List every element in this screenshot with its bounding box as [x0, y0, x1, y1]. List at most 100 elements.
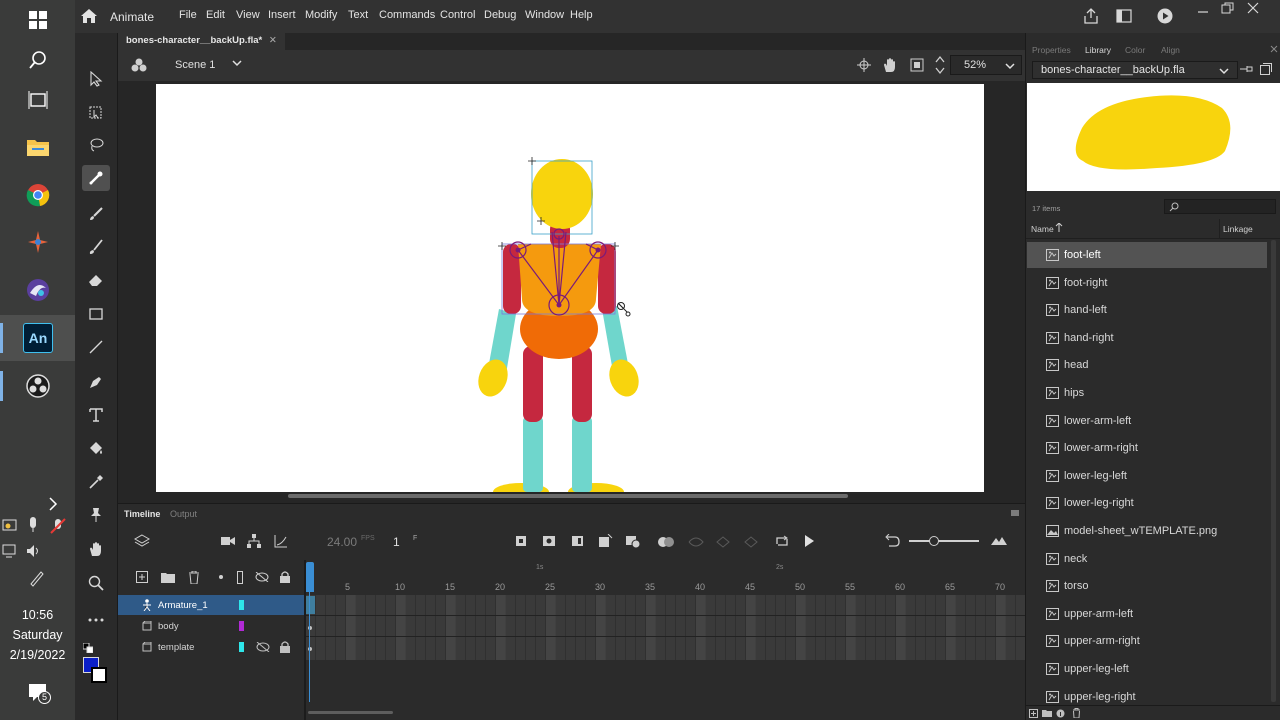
- layer-name[interactable]: Armature_1: [158, 600, 208, 611]
- properties-icon[interactable]: [1056, 709, 1065, 718]
- file-explorer-icon[interactable]: [22, 131, 54, 163]
- rectangle-tool-icon[interactable]: [82, 301, 110, 327]
- fit-stage-icon[interactable]: [935, 55, 945, 75]
- menu-debug[interactable]: Debug: [484, 9, 516, 21]
- scene-dropdown-chevron-icon[interactable]: [232, 59, 242, 67]
- edit-symbols-icon[interactable]: [131, 58, 147, 72]
- loop-playback-icon[interactable]: [775, 534, 789, 548]
- hidden-eye-icon[interactable]: [256, 642, 270, 652]
- mic-muted-icon[interactable]: [50, 518, 66, 534]
- eraser-tool-icon[interactable]: [82, 267, 110, 293]
- chrome-icon[interactable]: [22, 179, 54, 211]
- library-item[interactable]: foot-right: [1027, 270, 1267, 296]
- layer-color-swatch[interactable]: [239, 642, 244, 652]
- obs-icon[interactable]: [22, 370, 54, 402]
- sort-arrow-up-icon[interactable]: [1055, 223, 1063, 232]
- library-item[interactable]: torso: [1027, 573, 1267, 599]
- pin-tool-icon[interactable]: [82, 502, 110, 528]
- selection-tool-icon[interactable]: [82, 66, 110, 92]
- frame-width-slider[interactable]: [909, 540, 979, 542]
- library-item[interactable]: hips: [1027, 380, 1267, 406]
- frame-ruler[interactable]: 1s 2s: [306, 560, 1025, 595]
- layer-row-template[interactable]: template: [118, 637, 305, 657]
- lock-layers-icon[interactable]: [280, 571, 290, 583]
- delete-layer-icon[interactable]: [188, 571, 200, 584]
- layer-name[interactable]: template: [158, 642, 194, 653]
- clip-content-icon[interactable]: [910, 58, 924, 72]
- keyframe-armature[interactable]: [306, 596, 315, 614]
- frame-width-slider-handle[interactable]: [929, 536, 939, 546]
- tab-properties[interactable]: Properties: [1032, 45, 1071, 55]
- chevron-right-icon[interactable]: [43, 488, 63, 520]
- stage-horizontal-scrollbar[interactable]: [288, 494, 848, 498]
- playhead-handle[interactable]: [306, 562, 314, 592]
- column-name[interactable]: Name: [1031, 224, 1054, 234]
- timeline-horizontal-scrollbar[interactable]: [308, 711, 393, 714]
- new-folder-icon[interactable]: [1042, 709, 1052, 717]
- zoom-select[interactable]: 52%: [950, 55, 1022, 75]
- more-tools-icon[interactable]: [82, 607, 110, 633]
- menu-commands[interactable]: Commands: [379, 9, 435, 21]
- panel-collapse-icon[interactable]: [1270, 45, 1278, 53]
- layers-icon[interactable]: [134, 534, 150, 548]
- app-icon[interactable]: [22, 226, 54, 258]
- document-tab[interactable]: bones-character__backUp.fla* ✕: [118, 33, 285, 50]
- brush-tool-icon[interactable]: [82, 201, 110, 227]
- menu-insert[interactable]: Insert: [268, 9, 296, 21]
- library-item[interactable]: head: [1027, 352, 1267, 378]
- library-item[interactable]: foot-left: [1027, 242, 1267, 268]
- snap-icon[interactable]: [857, 58, 871, 72]
- outline-layers-icon[interactable]: [237, 571, 243, 584]
- highlight-layers-icon[interactable]: [219, 575, 223, 579]
- undo-icon[interactable]: [884, 534, 900, 548]
- zoom-tool-icon[interactable]: [82, 570, 110, 596]
- animate-icon[interactable]: An: [22, 322, 54, 354]
- library-item[interactable]: neck: [1027, 546, 1267, 572]
- delete-icon[interactable]: [1072, 708, 1081, 718]
- layer-color-swatch[interactable]: [239, 600, 244, 610]
- paint-brush-tool-icon[interactable]: [82, 234, 110, 260]
- hide-layers-icon[interactable]: [255, 572, 269, 582]
- stage[interactable]: [156, 84, 984, 492]
- library-search-input[interactable]: [1164, 199, 1276, 214]
- line-tool-icon[interactable]: [82, 334, 110, 360]
- volume-icon[interactable]: [26, 544, 42, 558]
- menu-control[interactable]: Control: [440, 9, 475, 21]
- column-linkage[interactable]: Linkage: [1223, 224, 1253, 234]
- test-movie-play-icon[interactable]: [1157, 8, 1173, 24]
- menu-help[interactable]: Help: [570, 9, 593, 21]
- new-library-panel-icon[interactable]: [1260, 63, 1272, 75]
- layer-row-body[interactable]: body: [118, 616, 305, 636]
- tab-color[interactable]: Color: [1125, 45, 1145, 55]
- expand-timeline-icon[interactable]: [990, 536, 1008, 546]
- center-frame-icon[interactable]: [516, 536, 526, 546]
- layer-row-armature[interactable]: Armature_1: [118, 595, 305, 615]
- insert-keyframe-icon[interactable]: [626, 536, 640, 548]
- layer-color-swatch[interactable]: [239, 621, 244, 631]
- windows-start-icon[interactable]: [22, 4, 54, 36]
- paint-bucket-tool-icon[interactable]: [82, 435, 110, 461]
- bone-tool-icon[interactable]: [82, 165, 110, 191]
- fill-color-swatch[interactable]: [91, 667, 107, 683]
- rotate-stage-icon[interactable]: [882, 57, 898, 73]
- new-layer-icon[interactable]: [136, 571, 148, 583]
- camera-icon[interactable]: [221, 536, 235, 546]
- task-view-icon[interactable]: [22, 84, 54, 116]
- pen-tool-icon[interactable]: [82, 369, 110, 395]
- microphone-icon[interactable]: [28, 517, 38, 533]
- minimize-icon[interactable]: [1197, 4, 1209, 16]
- restore-icon[interactable]: [1221, 2, 1235, 14]
- library-item[interactable]: lower-leg-right: [1027, 490, 1267, 516]
- new-folder-icon[interactable]: [161, 572, 175, 583]
- close-icon[interactable]: [1247, 2, 1259, 14]
- library-item[interactable]: lower-arm-right: [1027, 435, 1267, 461]
- library-scrollbar[interactable]: [1271, 240, 1276, 702]
- graph-editor-icon[interactable]: [274, 534, 288, 548]
- layer-parenting-icon[interactable]: [247, 534, 261, 548]
- stroke-fill-color-swatch[interactable]: [83, 657, 107, 683]
- home-icon[interactable]: [81, 9, 97, 23]
- scene-name[interactable]: Scene 1: [175, 59, 215, 71]
- tab-timeline[interactable]: Timeline: [124, 509, 160, 519]
- layer-name[interactable]: body: [158, 621, 179, 632]
- current-frame[interactable]: 1: [393, 535, 400, 549]
